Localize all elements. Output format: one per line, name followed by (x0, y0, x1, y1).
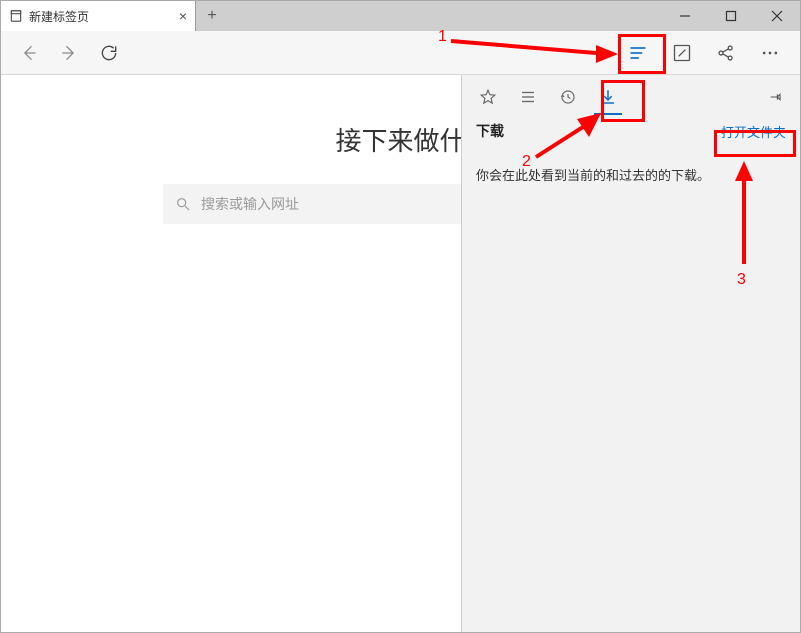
tab-close-icon[interactable]: × (179, 8, 187, 24)
new-tab-button[interactable]: + (196, 1, 228, 31)
titlebar: 新建标签页 × + (1, 1, 800, 31)
hub-button[interactable] (616, 31, 660, 75)
hub-empty-text: 你会在此处看到当前的和过去的的下载。 (462, 149, 800, 200)
window-minimize-button[interactable] (662, 1, 708, 31)
refresh-button[interactable] (89, 31, 129, 75)
share-button[interactable] (704, 31, 748, 75)
more-button[interactable] (748, 31, 792, 75)
tab-title: 新建标签页 (29, 8, 89, 25)
search-icon (175, 196, 191, 212)
hub-tab-downloads[interactable] (588, 75, 628, 119)
webnote-button[interactable] (660, 31, 704, 75)
window-maximize-button[interactable] (708, 1, 754, 31)
hub-pin-button[interactable] (758, 75, 794, 119)
back-button[interactable] (9, 31, 49, 75)
hub-panel: 下载 打开文件夹 你会在此处看到当前的和过去的的下载。 (461, 75, 800, 632)
hub-tabs (462, 75, 800, 119)
window-close-button[interactable] (754, 1, 800, 31)
open-folder-link[interactable]: 打开文件夹 (721, 122, 786, 141)
hub-tab-favorites[interactable] (468, 75, 508, 119)
toolbar (1, 31, 800, 75)
hub-tab-history[interactable] (548, 75, 588, 119)
page-icon (9, 9, 23, 23)
hub-title: 下载 (476, 121, 504, 141)
search-placeholder: 搜索或输入网址 (201, 194, 299, 214)
hub-header: 下载 打开文件夹 (462, 119, 800, 149)
browser-tab[interactable]: 新建标签页 × (1, 1, 196, 31)
forward-button[interactable] (49, 31, 89, 75)
hub-tab-readinglist[interactable] (508, 75, 548, 119)
